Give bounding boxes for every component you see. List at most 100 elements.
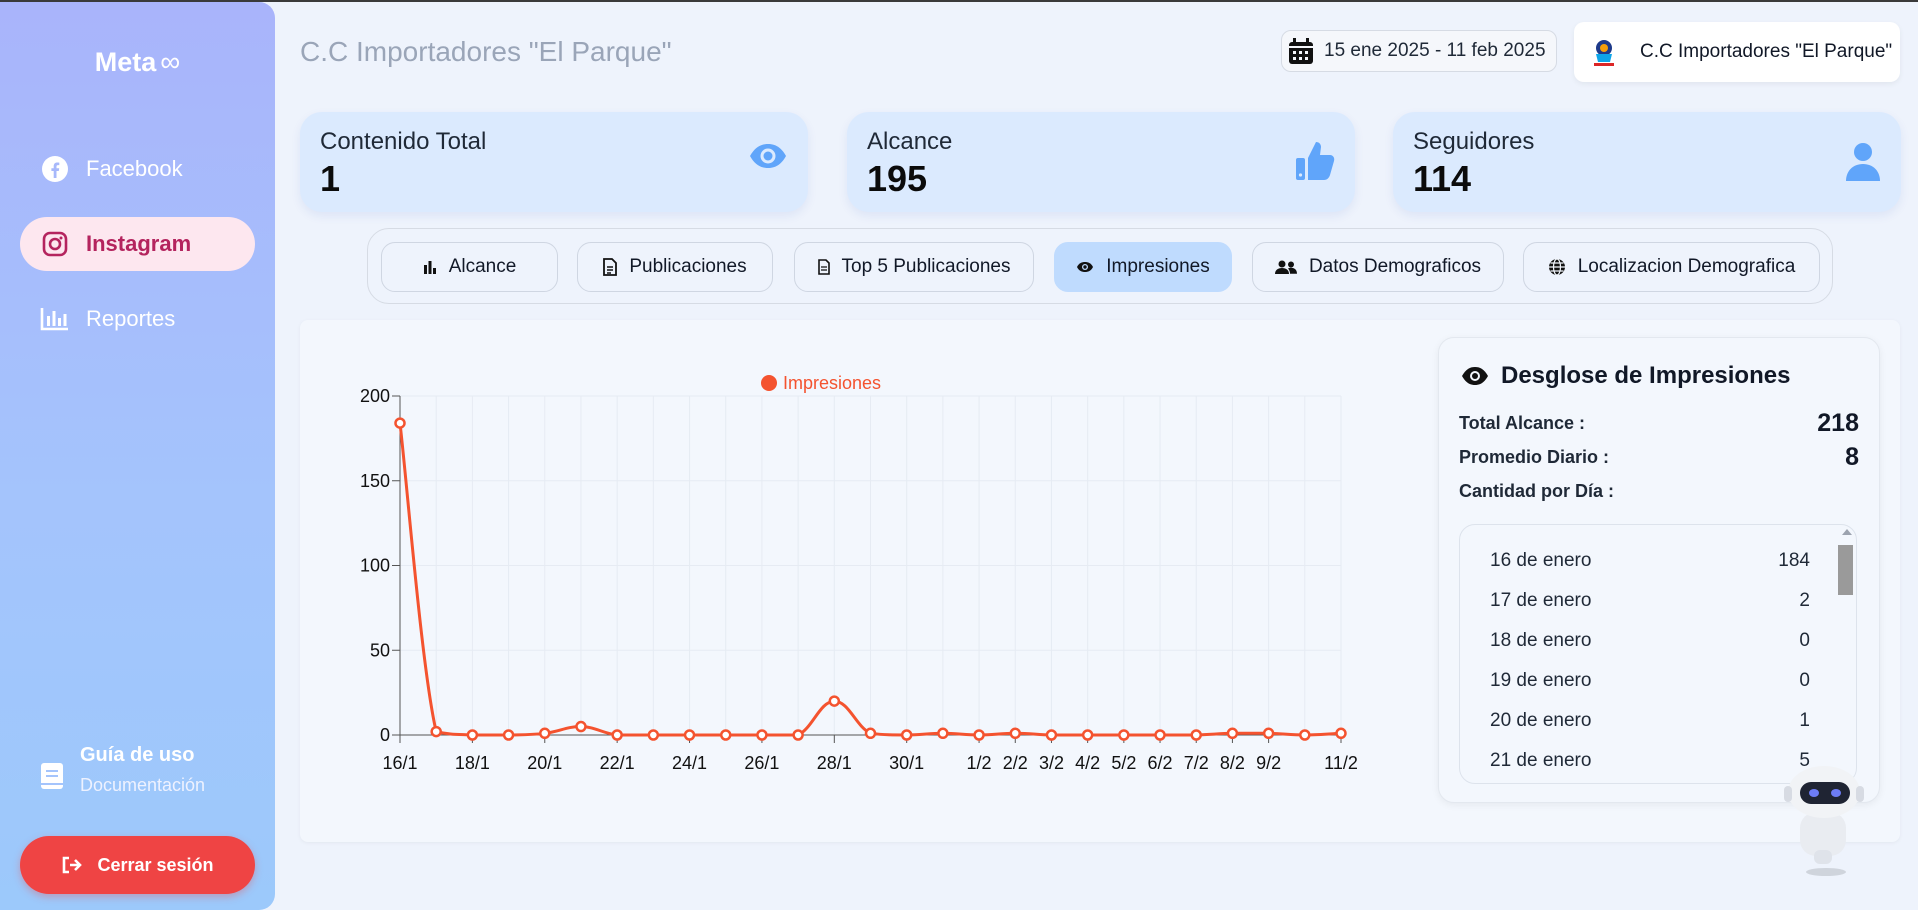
document-icon bbox=[603, 258, 618, 276]
tab-localizacion-demografica[interactable]: Localizacion Demografica bbox=[1523, 242, 1820, 292]
sidebar-item-reportes[interactable]: Reportes bbox=[20, 292, 255, 346]
data-point[interactable] bbox=[1335, 727, 1347, 740]
calendar-icon bbox=[1289, 38, 1313, 64]
data-point[interactable] bbox=[466, 729, 479, 741]
data-point[interactable] bbox=[1262, 727, 1275, 740]
day-date: 17 de enero bbox=[1490, 590, 1592, 611]
eye-icon bbox=[1462, 367, 1488, 385]
sidebar-item-label: Reportes bbox=[86, 306, 176, 331]
data-point[interactable] bbox=[719, 729, 732, 741]
data-point[interactable] bbox=[502, 729, 515, 741]
scrollbar[interactable] bbox=[1838, 525, 1856, 783]
list-item: 19 de enero 0 bbox=[1460, 661, 1840, 701]
x-tick-label: 16/1 bbox=[382, 753, 417, 773]
brand-logo[interactable]: Meta ∞ bbox=[0, 46, 275, 78]
data-point[interactable] bbox=[647, 729, 660, 741]
impressions-line-chart: 0 50 100 150 200 16/1 18/1 20/1 22/1 24/1 26/1 28/1… bbox=[360, 373, 1358, 773]
tab-label: Impresiones bbox=[1106, 256, 1210, 277]
usage-guide-link[interactable]: Guía de uso Documentación bbox=[40, 744, 205, 796]
data-point[interactable] bbox=[575, 720, 587, 733]
tab-top-5-publicaciones[interactable]: Top 5 Publicaciones bbox=[794, 242, 1034, 292]
data-point[interactable] bbox=[1190, 729, 1202, 741]
kpi-value: 1 bbox=[320, 158, 341, 199]
data-point[interactable] bbox=[1226, 727, 1239, 740]
data-point[interactable] bbox=[1299, 729, 1311, 741]
day-value: 184 bbox=[1778, 550, 1810, 571]
tab-publicaciones[interactable]: Publicaciones bbox=[577, 242, 773, 292]
account-selector[interactable]: C.C Importadores "El Parque" bbox=[1574, 22, 1900, 82]
window-top-border bbox=[0, 0, 1918, 2]
daily-counts-rows: 16 de enero 184 17 de enero 2 18 de enero 0… bbox=[1460, 541, 1840, 781]
kpi-value: 114 bbox=[1413, 158, 1472, 199]
day-value: 2 bbox=[1799, 590, 1810, 611]
data-point[interactable] bbox=[611, 729, 623, 741]
scroll-thumb[interactable] bbox=[1838, 545, 1853, 595]
date-range-picker[interactable]: 15 ene 2025 - 11 feb 2025 bbox=[1281, 30, 1557, 72]
data-point[interactable] bbox=[973, 729, 985, 741]
chatbot-robot-icon[interactable] bbox=[1770, 760, 1866, 880]
data-point[interactable] bbox=[900, 729, 913, 741]
logout-icon bbox=[63, 856, 83, 874]
tab-impresiones[interactable]: Impresiones bbox=[1054, 242, 1232, 292]
total-alcance-row: Total Alcance : 218 bbox=[1459, 406, 1859, 440]
data-point[interactable] bbox=[683, 729, 696, 741]
account-name: C.C Importadores "El Parque" bbox=[1640, 41, 1893, 62]
sidebar-item-label: Instagram bbox=[86, 231, 192, 256]
breakdown-title: Desglose de Impresiones bbox=[1461, 362, 1859, 390]
x-tick-label: 5/2 bbox=[1111, 753, 1136, 773]
sidebar-item-instagram[interactable]: Instagram bbox=[20, 217, 255, 271]
tab-label: Localizacion Demografica bbox=[1577, 256, 1796, 277]
tab-label: Datos Demograficos bbox=[1308, 256, 1482, 277]
data-point[interactable] bbox=[1154, 729, 1166, 741]
day-date: 21 de enero bbox=[1490, 750, 1592, 771]
kpi-label: Seguidores bbox=[1413, 128, 1535, 155]
data-point[interactable] bbox=[1045, 729, 1058, 741]
tab-alcance[interactable]: Alcance bbox=[381, 242, 558, 292]
x-tick-label: 9/2 bbox=[1256, 753, 1281, 773]
tab-datos-demograficos[interactable]: Datos Demograficos bbox=[1252, 242, 1504, 292]
chart-legend[interactable]: Impresiones bbox=[761, 373, 881, 393]
data-point[interactable] bbox=[1081, 729, 1094, 741]
kpi-card-contenido-total: Contenido Total 1 bbox=[300, 112, 808, 212]
data-point[interactable] bbox=[792, 729, 804, 741]
data-point[interactable] bbox=[864, 727, 877, 740]
page-title: C.C Importadores "El Parque" bbox=[300, 36, 672, 67]
list-item: 20 de enero 1 bbox=[1460, 701, 1840, 741]
kpi-value: 195 bbox=[867, 158, 928, 199]
eye-icon bbox=[750, 144, 786, 168]
bar-chart-icon bbox=[40, 304, 70, 334]
x-tick-label: 3/2 bbox=[1039, 753, 1064, 773]
data-point[interactable] bbox=[1009, 727, 1022, 740]
legend-swatch bbox=[761, 375, 777, 391]
x-tick-label: 30/1 bbox=[889, 753, 924, 773]
impressions-breakdown-card: Desglose de Impresiones Total Alcance : … bbox=[1438, 337, 1880, 803]
account-logo bbox=[1594, 40, 1614, 66]
data-point[interactable] bbox=[539, 727, 551, 740]
list-item: 17 de enero 2 bbox=[1460, 581, 1840, 621]
tab-label: Alcance bbox=[448, 256, 517, 277]
data-point[interactable] bbox=[828, 695, 841, 707]
data-point[interactable] bbox=[394, 417, 406, 429]
users-icon bbox=[1274, 260, 1297, 274]
data-point[interactable] bbox=[430, 725, 442, 738]
day-date: 16 de enero bbox=[1490, 550, 1592, 571]
y-tick-label: 200 bbox=[360, 386, 390, 406]
tab-label: Top 5 Publicaciones bbox=[841, 256, 1011, 277]
logout-button[interactable]: Cerrar sesión bbox=[20, 836, 255, 894]
daily-counts-list[interactable]: 16 de enero 184 17 de enero 2 18 de enero 0… bbox=[1459, 524, 1857, 784]
sidebar-item-facebook[interactable]: Facebook bbox=[20, 142, 255, 196]
list-item: 18 de enero 0 bbox=[1460, 621, 1840, 661]
x-tick-label: 24/1 bbox=[672, 753, 707, 773]
day-value: 0 bbox=[1799, 630, 1810, 651]
x-tick-label: 20/1 bbox=[527, 753, 562, 773]
list-item: 16 de enero 184 bbox=[1460, 541, 1840, 581]
meta-infinity-icon: ∞ bbox=[160, 46, 181, 77]
x-tick-label: 22/1 bbox=[600, 753, 635, 773]
user-icon bbox=[1846, 143, 1880, 181]
data-point[interactable] bbox=[1118, 729, 1130, 741]
x-tick-label: 18/1 bbox=[455, 753, 490, 773]
data-point[interactable] bbox=[937, 727, 949, 740]
scroll-up-arrow-icon[interactable] bbox=[1842, 529, 1852, 535]
x-tick-label: 7/2 bbox=[1184, 753, 1209, 773]
data-point[interactable] bbox=[756, 729, 768, 741]
